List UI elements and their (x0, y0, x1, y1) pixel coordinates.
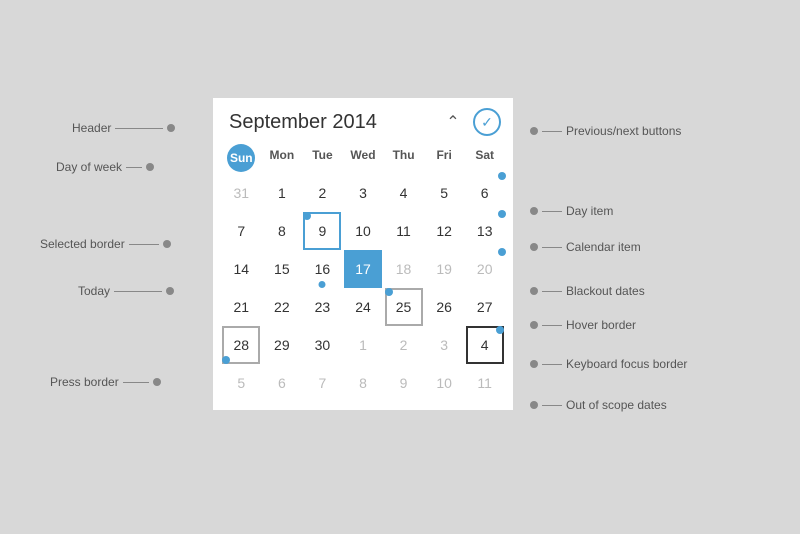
days-grid: 31 1 2 3 4 5 6 7 8 9 10 11 12 13 (213, 174, 513, 410)
annotation-selected-label: Selected border (40, 237, 125, 251)
day-9-next[interactable]: 9 (385, 364, 423, 402)
dow-label-tue: Tue (302, 144, 343, 166)
annotation-today: Today (78, 284, 174, 298)
annotation-press-label: Press border (50, 375, 119, 389)
calendar-widget: September 2014 ⌃ ✓ Sun Mon Tue Wed Thu (213, 98, 513, 410)
day-8[interactable]: 8 (263, 212, 301, 250)
dow-label-sat: Sat (464, 144, 505, 166)
dow-mon: Mon (262, 144, 303, 172)
day-7-next[interactable]: 7 (303, 364, 341, 402)
day-6-next[interactable]: 6 (263, 364, 301, 402)
day-3[interactable]: 3 (344, 174, 382, 212)
day-7[interactable]: 7 (222, 212, 260, 250)
day-10-next[interactable]: 10 (425, 364, 463, 402)
day-1-next[interactable]: 1 (344, 326, 382, 364)
day-11-next[interactable]: 11 (466, 364, 504, 402)
day-31-prev[interactable]: 31 (222, 174, 260, 212)
dow-thu: Thu (383, 144, 424, 172)
day-27[interactable]: 27 (466, 288, 504, 326)
calendar-header: September 2014 ⌃ ✓ (213, 98, 513, 142)
dow-sat: Sat (464, 144, 505, 172)
annotation-prevnext-label: Previous/next buttons (566, 124, 681, 138)
day-14[interactable]: 14 (222, 250, 260, 288)
annotation-dow: Day of week (56, 160, 154, 174)
annotation-calitem: Calendar item (530, 240, 641, 254)
day-9[interactable]: 9 (303, 212, 341, 250)
day-2-next[interactable]: 2 (385, 326, 423, 364)
day-13[interactable]: 13 (466, 212, 504, 250)
next-button[interactable]: ✓ (473, 108, 501, 136)
day-6[interactable]: 6 (466, 174, 504, 212)
annotation-press: Press border (50, 375, 161, 389)
day-18: 18 (385, 250, 423, 288)
day-2[interactable]: 2 (303, 174, 341, 212)
prev-button[interactable]: ⌃ (439, 108, 467, 136)
annotation-today-label: Today (78, 284, 110, 298)
day-5[interactable]: 5 (425, 174, 463, 212)
annotation-prevnext: Previous/next buttons (530, 124, 681, 138)
dow-label-fri: Fri (424, 144, 465, 166)
day-17[interactable]: 17 (344, 250, 382, 288)
dow-wed: Wed (343, 144, 384, 172)
day-21[interactable]: 21 (222, 288, 260, 326)
day-19: 19 (425, 250, 463, 288)
annotation-header: Header (72, 121, 175, 135)
annotation-keyboard-label: Keyboard focus border (566, 357, 687, 371)
day-5-next[interactable]: 5 (222, 364, 260, 402)
calendar-title: September 2014 (229, 111, 377, 134)
annotation-outofscope: Out of scope dates (530, 398, 667, 412)
day-1[interactable]: 1 (263, 174, 301, 212)
day-12[interactable]: 12 (425, 212, 463, 250)
dow-label-mon: Mon (262, 144, 303, 166)
dow-fri: Fri (424, 144, 465, 172)
header-buttons: ⌃ ✓ (439, 108, 501, 136)
day-22[interactable]: 22 (263, 288, 301, 326)
day-25[interactable]: 25 (385, 288, 423, 326)
day-11[interactable]: 11 (385, 212, 423, 250)
day-28[interactable]: 28 (222, 326, 260, 364)
day-16[interactable]: 16 (303, 250, 341, 288)
annotation-hover: Hover border (530, 318, 636, 332)
day-8-next[interactable]: 8 (344, 364, 382, 402)
dow-tue: Tue (302, 144, 343, 172)
day-23[interactable]: 23 (303, 288, 341, 326)
annotation-outofscope-label: Out of scope dates (566, 398, 667, 412)
annotation-hover-label: Hover border (566, 318, 636, 332)
day-26[interactable]: 26 (425, 288, 463, 326)
annotation-calitem-label: Calendar item (566, 240, 641, 254)
day-30[interactable]: 30 (303, 326, 341, 364)
annotation-blackout-label: Blackout dates (566, 284, 645, 298)
annotation-keyboard: Keyboard focus border (530, 357, 687, 371)
dow-label-thu: Thu (383, 144, 424, 166)
dow-sun: Sun (221, 144, 262, 172)
day-29[interactable]: 29 (263, 326, 301, 364)
day-20: 20 (466, 250, 504, 288)
day-4-next[interactable]: 4 (466, 326, 504, 364)
annotation-selected: Selected border (40, 237, 171, 251)
day-15[interactable]: 15 (263, 250, 301, 288)
day-10[interactable]: 10 (344, 212, 382, 250)
annotation-header-label: Header (72, 121, 111, 135)
annotation-dayitem-label: Day item (566, 204, 613, 218)
day-24[interactable]: 24 (344, 288, 382, 326)
day-4[interactable]: 4 (385, 174, 423, 212)
dow-label-sun: Sun (227, 144, 255, 172)
annotation-blackout: Blackout dates (530, 284, 645, 298)
dow-label-wed: Wed (343, 144, 384, 166)
annotation-dayitem: Day item (530, 204, 613, 218)
day-of-week-row: Sun Mon Tue Wed Thu Fri Sat (213, 142, 513, 174)
day-3-next[interactable]: 3 (425, 326, 463, 364)
annotation-dow-label: Day of week (56, 160, 122, 174)
